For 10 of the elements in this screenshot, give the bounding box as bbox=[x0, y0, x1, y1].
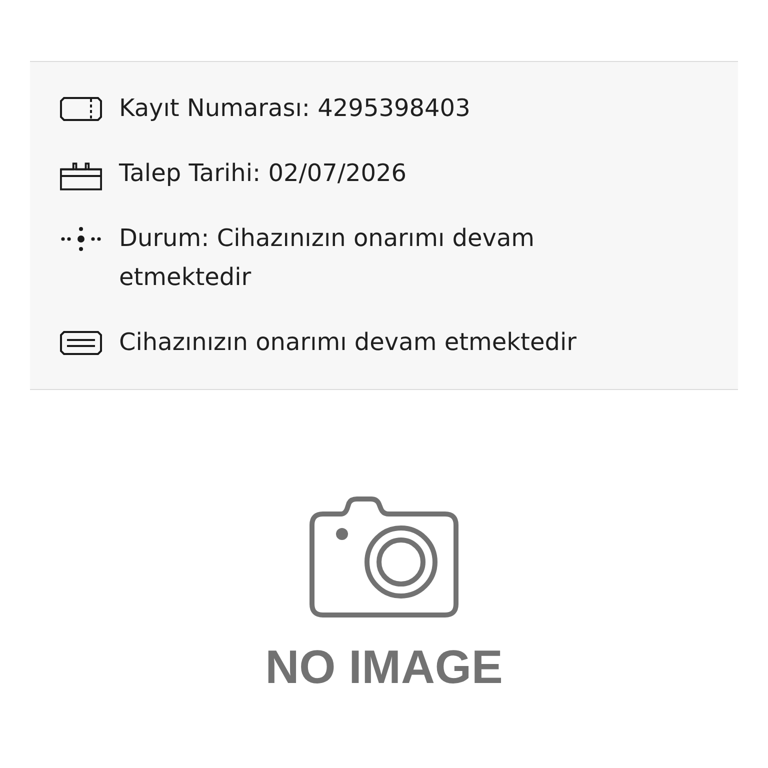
note-icon bbox=[60, 330, 102, 356]
no-image-label: NO IMAGE bbox=[265, 640, 503, 694]
dots-icon bbox=[60, 226, 102, 252]
ticket-icon bbox=[60, 96, 102, 122]
detail-text: Cihazınızın onarımı devam etmektedir bbox=[119, 327, 576, 358]
detail-text: Talep Tarihi: 02/07/2026 bbox=[119, 158, 407, 189]
camera-icon bbox=[309, 496, 459, 618]
detail-text: Durum: Cihazınızın onarımı devam etmektedir bbox=[119, 223, 536, 293]
calendar-icon bbox=[60, 161, 102, 191]
detail-text: Kayıt Numarası: 4295398403 bbox=[119, 93, 470, 124]
